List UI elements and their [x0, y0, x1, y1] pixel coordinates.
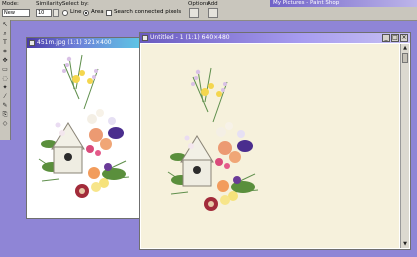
similarity-input[interactable]: 10 [36, 9, 52, 17]
similarity-label: Similarity: [36, 1, 64, 7]
maximize-button[interactable]: □ [391, 34, 399, 42]
move-tool-icon[interactable]: ✥ [1, 57, 9, 65]
add-button[interactable] [208, 8, 218, 18]
mode-label: Mode: [2, 1, 19, 7]
window-title[interactable]: Untitled - 1 (1:1) 640×480 _ □ × [140, 33, 410, 43]
window-system-icon[interactable] [142, 35, 148, 41]
mode-select[interactable]: New [2, 9, 30, 17]
similarity-stepper[interactable] [53, 9, 59, 17]
clone-tool-icon[interactable]: ⎘ [1, 111, 9, 119]
select-by-line-label: Line [70, 9, 82, 15]
crop-tool-icon[interactable]: ⌗ [1, 48, 9, 56]
magic-wand-tool-icon[interactable]: ✦ [1, 84, 9, 92]
image-window-original[interactable]: 451m.jpg (1:1) 321×400 [26, 37, 149, 219]
text-tool-icon[interactable]: T [1, 39, 9, 47]
select-by-line-radio[interactable] [62, 10, 68, 16]
select-by-area-label: Area [91, 9, 104, 15]
flower-birdhouse-image [38, 54, 130, 198]
select-by-label: Select by: [62, 1, 89, 7]
add-label: Add [207, 1, 218, 7]
window-title[interactable]: 451m.jpg (1:1) 321×400 [27, 38, 148, 48]
select-by-area-radio[interactable] [83, 10, 89, 16]
search-connected-label: Search connected pixels [114, 9, 182, 15]
arrow-tool-icon[interactable]: ↖ [1, 21, 9, 29]
zoom-tool-icon[interactable]: ⌕ [1, 30, 9, 38]
search-connected-checkbox[interactable] [106, 10, 112, 16]
flower-birdhouse-image [141, 44, 399, 248]
image-canvas[interactable] [28, 49, 147, 217]
scroll-thumb[interactable] [402, 53, 408, 63]
minimize-button[interactable]: _ [382, 34, 390, 42]
lasso-tool-icon[interactable]: ◌ [1, 75, 9, 83]
window-system-icon[interactable] [29, 40, 35, 46]
paint-brush-tool-icon[interactable]: ✎ [1, 102, 9, 110]
select-tool-icon[interactable]: ▭ [1, 66, 9, 74]
window-title-text: 451m.jpg (1:1) 321×400 [37, 39, 112, 46]
image-canvas[interactable] [141, 44, 399, 248]
scroll-down-icon[interactable]: ▼ [401, 240, 409, 248]
vertical-scrollbar[interactable]: ▲ ▼ [400, 44, 409, 248]
eraser-tool-icon[interactable]: ◇ [1, 120, 9, 128]
window-title-text: Untitled - 1 (1:1) 640×480 [150, 34, 230, 41]
image-window-untitled[interactable]: Untitled - 1 (1:1) 640×480 _ □ × ▲ ▼ [139, 32, 411, 250]
scroll-up-icon[interactable]: ▲ [401, 44, 409, 52]
dropper-tool-icon[interactable]: ⁄ [1, 93, 9, 101]
options-button[interactable] [189, 8, 199, 18]
close-button[interactable]: × [400, 34, 408, 42]
app-title-bar: My Pictures - Paint Shop [270, 0, 417, 7]
tool-palette: ↖ ⌕ T ⌗ ✥ ▭ ◌ ✦ ⁄ ✎ ⎘ ◇ [0, 20, 11, 140]
